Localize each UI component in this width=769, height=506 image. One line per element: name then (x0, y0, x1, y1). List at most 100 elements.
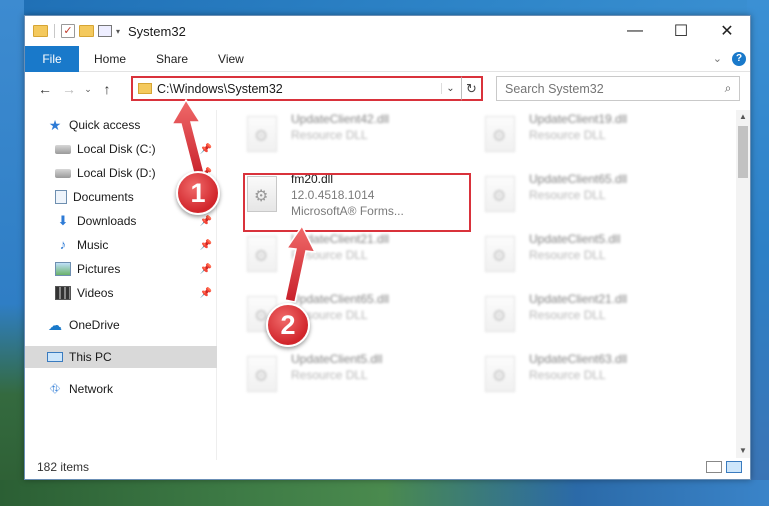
computer-icon (47, 352, 63, 362)
drive-icon (55, 144, 71, 154)
dll-file-icon (247, 236, 277, 272)
tab-home[interactable]: Home (79, 52, 141, 66)
refresh-button[interactable]: ↻ (461, 76, 483, 101)
large-icons-view-icon[interactable] (726, 461, 742, 473)
search-icon[interactable]: ⌕ (717, 81, 739, 96)
documents-icon (55, 190, 67, 204)
sidebar-item-music[interactable]: ♪ Music 📌 (55, 234, 215, 256)
file-type: Resource DLL (529, 248, 606, 262)
new-folder-icon[interactable] (79, 25, 94, 37)
recent-locations-chevron-icon[interactable]: ⌄ (81, 84, 95, 95)
file-name: UpdateClient42.dll (291, 112, 390, 126)
vertical-scrollbar[interactable]: ▲ ▼ (736, 110, 750, 458)
item-count: 182 items (37, 460, 90, 474)
address-dropdown-chevron-icon[interactable]: ⌄ (441, 83, 459, 94)
search-input[interactable] (505, 81, 717, 96)
sidebar-item-pictures[interactable]: Pictures 📌 (55, 258, 215, 280)
pin-icon[interactable]: 📌 (200, 264, 212, 275)
file-name: UpdateClient63.dll (529, 352, 628, 366)
tab-share[interactable]: Share (141, 52, 203, 66)
address-path[interactable]: C:\Windows\System32 (157, 82, 441, 96)
folder-icon (138, 83, 152, 94)
sidebar-item-label: Local Disk (C:) (77, 142, 156, 156)
music-icon: ♪ (59, 237, 67, 252)
ribbon-tabs: File Home Share View ⌄ ? (25, 45, 750, 72)
back-button[interactable]: ← (33, 81, 57, 97)
close-button[interactable]: ✕ (704, 16, 750, 46)
sidebar-item-label: Pictures (77, 262, 121, 276)
sidebar-item-label: Documents (73, 190, 134, 204)
sidebar-item-label: OneDrive (69, 318, 120, 332)
minimize-button[interactable]: — (612, 16, 658, 46)
window-controls: — ☐ ✕ (612, 16, 750, 46)
pin-icon[interactable]: 📌 (200, 288, 212, 299)
up-button[interactable]: ↑ (95, 81, 119, 97)
dll-file-icon (247, 356, 277, 392)
pin-icon[interactable]: 📌 (200, 216, 212, 227)
status-bar: 182 items (25, 455, 750, 479)
navigation-bar: ← → ⌄ ↑ C:\Windows\System32 ⌄ ↻ ⌕ (25, 73, 750, 105)
file-item[interactable]: UpdateClient42.dll Resource DLL (247, 112, 467, 164)
address-bar[interactable]: C:\Windows\System32 ⌄ (131, 76, 483, 101)
quick-access-toolbar: ✓ ▾ (25, 24, 120, 38)
sidebar-item-quick-access[interactable]: ★ Quick access (47, 114, 215, 136)
maximize-button[interactable]: ☐ (658, 16, 704, 46)
sidebar-item-this-pc[interactable]: This PC (25, 346, 217, 368)
pin-icon[interactable]: 📌 (200, 144, 212, 155)
desktop-wallpaper-left (0, 0, 24, 506)
sidebar-item-videos[interactable]: Videos 📌 (55, 282, 215, 304)
file-type: Resource DLL (291, 128, 368, 142)
navigation-pane: ★ Quick access Local Disk (C:) 📌 Local D… (25, 110, 217, 460)
file-item[interactable]: UpdateClient5.dll Resource DLL (485, 232, 705, 284)
scroll-up-arrow-icon[interactable]: ▲ (736, 110, 750, 124)
help-icon[interactable]: ? (732, 51, 746, 66)
search-box[interactable]: ⌕ (496, 76, 740, 101)
dll-file-icon (485, 176, 515, 212)
pictures-icon (55, 262, 71, 276)
properties-icon[interactable] (98, 25, 112, 37)
sidebar-item-network[interactable]: ⛗ Network (47, 378, 215, 400)
title-bar: ✓ ▾ System32 — ☐ ✕ (25, 16, 750, 46)
sidebar-item-label: Music (77, 238, 109, 252)
file-explorer-window: ✓ ▾ System32 — ☐ ✕ File Home Share View … (24, 15, 751, 480)
cloud-icon: ☁ (48, 317, 62, 333)
sidebar-item-label: This PC (69, 350, 112, 364)
callout-step-1: 1 (176, 171, 220, 215)
forward-button[interactable]: → (57, 81, 81, 97)
dll-file-icon (485, 236, 515, 272)
file-item[interactable]: UpdateClient5.dll Resource DLL (247, 352, 467, 404)
pin-icon[interactable]: 📌 (200, 240, 212, 251)
sidebar-item-onedrive[interactable]: ☁ OneDrive (47, 314, 215, 336)
file-item[interactable]: UpdateClient21.dll Resource DLL (247, 232, 467, 284)
file-item[interactable]: UpdateClient21.dll Resource DLL (485, 292, 705, 344)
properties-check-icon[interactable]: ✓ (61, 24, 75, 38)
sidebar-item-label: Quick access (69, 118, 141, 132)
file-type: Resource DLL (529, 128, 606, 142)
file-list: UpdateClient42.dll Resource DLL UpdateCl… (221, 110, 736, 460)
dll-file-icon (247, 116, 277, 152)
details-view-icon[interactable] (706, 461, 722, 473)
file-name: UpdateClient65.dll (291, 292, 390, 306)
file-type: Resource DLL (529, 188, 606, 202)
file-item[interactable]: UpdateClient63.dll Resource DLL (485, 352, 705, 404)
download-icon: ⬇ (57, 213, 69, 228)
star-icon: ★ (48, 117, 62, 133)
file-name: UpdateClient5.dll (529, 232, 621, 246)
dll-file-icon (485, 296, 515, 332)
drive-icon (55, 168, 71, 178)
selection-highlight-box (243, 173, 471, 232)
file-name: UpdateClient19.dll (529, 112, 628, 126)
network-icon: ⛗ (49, 381, 61, 396)
sidebar-item-local-disk-c[interactable]: Local Disk (C:) 📌 (55, 138, 215, 160)
videos-icon (55, 286, 71, 300)
expand-ribbon-chevron-icon[interactable]: ⌄ (713, 52, 722, 65)
folder-icon (33, 25, 48, 37)
desktop-wallpaper-bottom (0, 480, 769, 506)
tab-view[interactable]: View (203, 52, 259, 66)
customize-toolbar-chevron-icon[interactable]: ▾ (116, 27, 120, 36)
file-item[interactable]: UpdateClient19.dll Resource DLL (485, 112, 705, 164)
scroll-thumb[interactable] (738, 126, 748, 178)
sidebar-item-label: Local Disk (D:) (77, 166, 156, 180)
file-item[interactable]: UpdateClient65.dll Resource DLL (485, 172, 705, 224)
tab-file[interactable]: File (25, 45, 79, 72)
